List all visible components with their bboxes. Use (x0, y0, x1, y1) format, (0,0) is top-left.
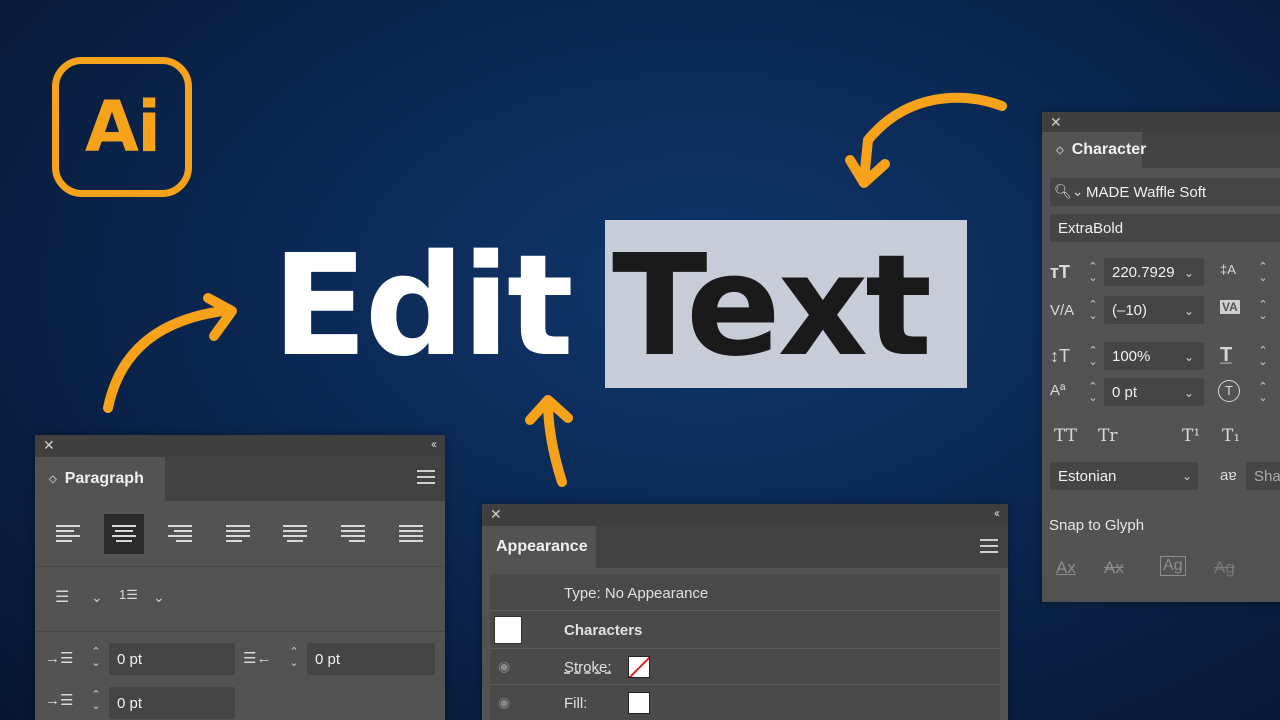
visibility-eye-icon[interactable]: ◉ (498, 694, 510, 711)
character-panel: ✕ ◇ Character MADE Waffle Soft 🔍︎⌄ Extra… (1042, 112, 1280, 602)
visibility-eye-icon[interactable]: ◉ (498, 658, 510, 675)
panel-menu-icon[interactable] (980, 539, 998, 557)
snap-proximity-icon[interactable]: Ag (1214, 558, 1235, 578)
font-style-field[interactable]: ExtraBold (1050, 214, 1280, 242)
small-caps-button[interactable]: Tr (1098, 426, 1117, 446)
justify-all-button[interactable] (391, 514, 431, 554)
justify-right-button[interactable] (333, 514, 373, 554)
align-right-button[interactable] (160, 514, 200, 554)
left-indent-icon: →☰ (45, 650, 74, 667)
characters-label[interactable]: Characters (564, 622, 642, 639)
first-line-indent-icon: →☰ (45, 692, 74, 709)
paragraph-panel: ✕ ‹‹ ◇ Paragraph ☰ ⌄ 1☰ ⌄ →☰ ⌃ ⌄ 0 pt ☰← … (35, 435, 445, 720)
panel-menu-icon[interactable] (417, 470, 435, 488)
horizontal-scale-icon: T̲ (1220, 344, 1233, 366)
appearance-type-label: Type: No Appearance (564, 585, 709, 602)
left-indent-value: 0 pt (117, 650, 143, 668)
language-select[interactable]: Estonian (1050, 462, 1198, 490)
horizontal-scale-stepper[interactable]: ⌃ ⌄ (1256, 346, 1270, 368)
font-family-value: MADE Waffle Soft (1086, 183, 1207, 201)
first-line-indent-stepper[interactable]: ⌃ ⌄ (89, 690, 103, 712)
character-rotation-icon: T (1218, 380, 1240, 402)
chevron-down-icon[interactable]: ⌄ (1184, 266, 1194, 280)
snap-baseline-icon[interactable]: Ax (1056, 558, 1076, 578)
snap-xheight-icon[interactable]: Ax (1104, 558, 1124, 578)
tab-paragraph[interactable]: ◇ Paragraph (35, 457, 165, 501)
superscript-button[interactable]: T¹ (1182, 426, 1200, 446)
align-left-button[interactable] (48, 514, 88, 554)
close-icon[interactable]: ✕ (43, 437, 55, 454)
collapse-icon[interactable]: ‹‹ (994, 506, 1000, 520)
fill-swatch[interactable] (628, 692, 650, 714)
justify-center-button[interactable] (275, 514, 315, 554)
baseline-shift-stepper[interactable]: ⌃ ⌄ (1086, 382, 1100, 404)
vertical-scale-value: 100% (1112, 347, 1151, 365)
right-indent-field[interactable]: 0 pt (307, 643, 435, 675)
tab-character-label: Character (1071, 141, 1147, 158)
chevron-updown-icon: ◇ (49, 473, 57, 485)
chevron-down-icon[interactable]: ⌄ (91, 589, 103, 606)
tab-appearance-label: Appearance (496, 538, 588, 555)
language-value: Estonian (1058, 467, 1117, 485)
leading-stepper[interactable]: ⌃ ⌄ (1256, 262, 1270, 284)
chevron-down-icon[interactable]: ⌄ (1184, 304, 1194, 318)
antialias-icon: aɐ (1220, 467, 1237, 484)
baseline-shift-value: 0 pt (1112, 383, 1138, 401)
tab-appearance[interactable]: Appearance (482, 526, 596, 568)
font-family-field[interactable]: MADE Waffle Soft (1050, 178, 1280, 206)
rotation-stepper[interactable]: ⌃ ⌄ (1256, 382, 1270, 404)
characters-thumbnail (494, 616, 522, 644)
right-indent-stepper[interactable]: ⌃ ⌄ (287, 647, 301, 669)
right-indent-value: 0 pt (315, 650, 341, 668)
justify-left-button[interactable] (218, 514, 258, 554)
font-size-value: 220.7929 (1112, 263, 1175, 281)
tracking-icon: VA (1220, 300, 1240, 314)
first-line-indent-field[interactable]: 0 pt (109, 687, 235, 719)
arrow-to-edit (103, 305, 235, 413)
all-caps-button[interactable]: TT (1054, 426, 1077, 446)
antialias-value: Sha (1254, 467, 1280, 485)
leading-icon: ‡A (1220, 262, 1236, 277)
snap-glyph-bounds-icon[interactable]: Ag (1160, 556, 1186, 576)
chevron-down-icon[interactable]: ⌄ (1184, 386, 1194, 400)
bullets-icon[interactable]: ☰ (55, 587, 69, 607)
tab-character[interactable]: ◇ Character (1042, 132, 1146, 168)
stroke-swatch-none[interactable] (628, 656, 650, 678)
stroke-label[interactable]: Stroke: (564, 659, 612, 676)
kerning-stepper[interactable]: ⌃ ⌄ (1086, 300, 1100, 322)
tracking-stepper[interactable]: ⌃ ⌄ (1256, 300, 1270, 322)
search-icon[interactable]: 🔍︎⌄ (1054, 183, 1084, 200)
chevron-down-icon[interactable]: ⌄ (153, 589, 165, 606)
vertical-scale-icon: ↕T (1050, 346, 1070, 366)
left-indent-stepper[interactable]: ⌃ ⌄ (89, 647, 103, 669)
vertical-scale-stepper[interactable]: ⌃ ⌄ (1086, 346, 1100, 368)
font-size-stepper[interactable]: ⌃ ⌄ (1086, 262, 1100, 284)
chevron-down-icon[interactable]: ⌄ (1184, 350, 1194, 364)
chevron-down-icon[interactable]: ⌄ (1182, 469, 1192, 483)
chevron-updown-icon: ◇ (1056, 144, 1064, 156)
font-size-icon: ᴛT (1050, 262, 1070, 282)
close-icon[interactable]: ✕ (1050, 114, 1062, 131)
antialias-select[interactable]: Sha (1246, 462, 1280, 490)
kerning-value: (–10) (1112, 301, 1148, 319)
right-indent-icon: ☰← (243, 650, 272, 667)
subscript-button[interactable]: T₁ (1222, 426, 1240, 446)
kerning-icon: V/A (1050, 302, 1075, 319)
close-icon[interactable]: ✕ (490, 506, 502, 523)
first-line-indent-value: 0 pt (117, 694, 143, 712)
align-center-button[interactable] (104, 514, 144, 554)
fill-label[interactable]: Fill: (564, 695, 587, 712)
snap-to-glyph-label: Snap to Glyph (1049, 517, 1145, 534)
appearance-panel: ✕ ‹‹ Appearance Type: No Appearance Char… (482, 504, 1008, 720)
numbered-list-icon[interactable]: 1☰ (119, 587, 138, 603)
baseline-shift-icon: Aª (1050, 382, 1066, 399)
font-style-value: ExtraBold (1058, 219, 1124, 237)
left-indent-field[interactable]: 0 pt (109, 643, 235, 675)
tab-paragraph-label: Paragraph (64, 470, 144, 487)
collapse-icon[interactable]: ‹‹ (431, 437, 437, 451)
